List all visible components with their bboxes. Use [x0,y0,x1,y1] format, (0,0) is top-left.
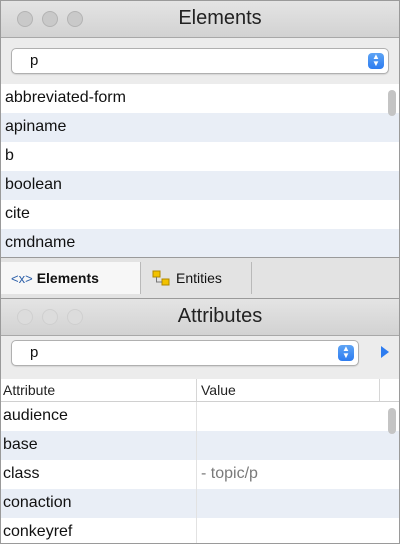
column-separator[interactable] [196,379,197,401]
cell-separator [196,460,197,489]
attribute-name: base [3,436,38,453]
cell-separator [196,402,197,431]
list-item[interactable]: cmdname [1,229,399,257]
table-row[interactable]: conaction [1,489,399,518]
table-row[interactable]: class - topic/p [1,460,399,489]
select-arrows-icon: ▲ ▼ [368,53,384,69]
list-item[interactable]: apiname [1,113,399,142]
tab-entities[interactable]: Entities [142,262,252,294]
attributes-titlebar[interactable]: Attributes [1,299,399,336]
xml-tag-icon: <x> [11,270,33,286]
attributes-panel: Attributes p ▲ ▼ Attribute Value audience… [0,298,400,544]
panel-tabs: <x> Elements Entities [0,258,400,298]
attributes-table[interactable]: audience base class - topic/p conaction … [1,402,399,543]
attribute-value[interactable]: - topic/p [201,460,258,488]
entities-icon [152,270,170,286]
tab-elements-label: Elements [36,270,99,286]
elements-panel: Elements p ▲ ▼ abbreviated-form apiname b… [0,0,400,258]
elements-list[interactable]: abbreviated-form apiname b boolean cite … [1,84,399,257]
column-header-value[interactable]: Value [201,382,236,398]
attributes-scrollbar-thumb[interactable] [388,408,396,434]
list-item[interactable]: cite [1,200,399,229]
elements-scrollbar-thumb[interactable] [388,90,396,116]
cell-separator [196,489,197,518]
table-row[interactable]: conkeyref [1,518,399,543]
elements-title: Elements [178,7,262,29]
tab-entities-label: Entities [176,270,222,286]
expand-arrow-icon[interactable] [381,346,389,358]
attribute-name: conkeyref [3,523,73,540]
tab-elements[interactable]: <x> Elements [1,262,141,294]
attribute-name: conaction [3,494,72,511]
elements-filter-select[interactable]: p ▲ ▼ [11,48,389,74]
attributes-title: Attributes [177,305,263,327]
list-item[interactable]: b [1,142,399,171]
column-separator [379,379,380,401]
table-row[interactable]: base [1,431,399,460]
cell-separator [196,431,197,460]
cell-separator [196,518,197,543]
attributes-element-value: p [30,344,39,361]
elements-filter-value: p [30,52,39,69]
list-item[interactable]: boolean [1,171,399,200]
table-row[interactable]: audience [1,402,399,431]
attributes-element-select[interactable]: p ▲ ▼ [11,340,359,366]
list-item[interactable]: abbreviated-form [1,84,399,113]
column-header-attribute[interactable]: Attribute [3,382,55,398]
elements-titlebar[interactable]: Elements [1,1,399,38]
attribute-name: class [3,465,40,482]
select-arrows-icon: ▲ ▼ [338,345,354,361]
attributes-table-header: Attribute Value [1,379,399,402]
attribute-name: audience [3,407,68,424]
